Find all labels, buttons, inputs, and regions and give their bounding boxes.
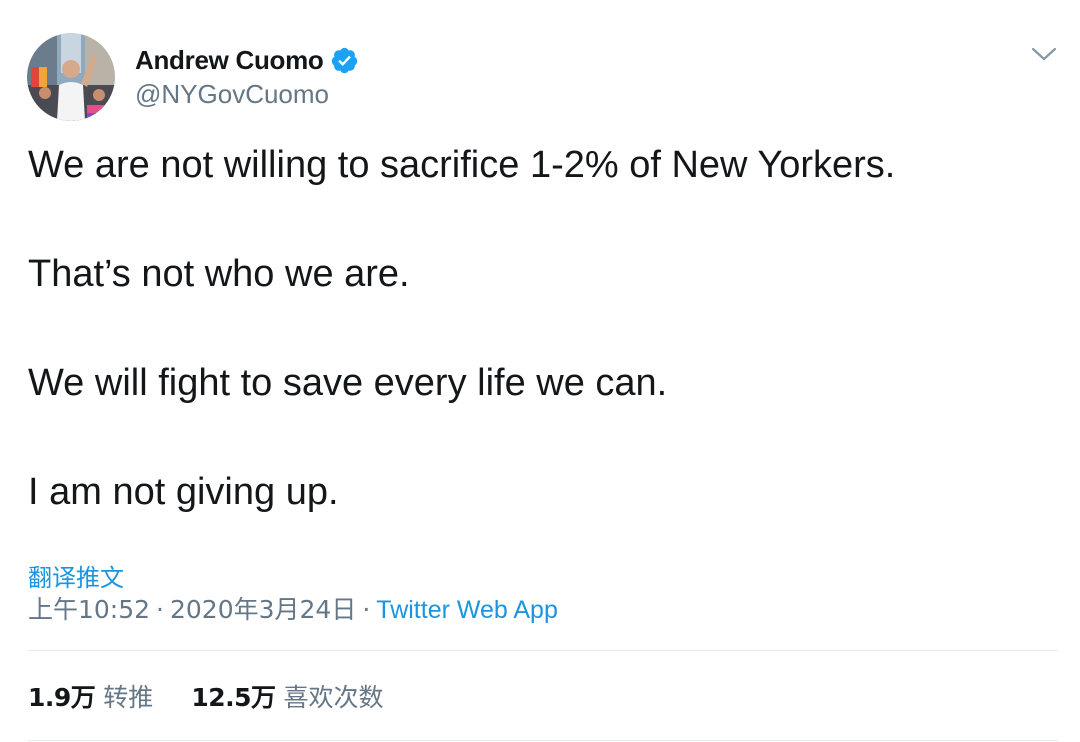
tweet-paragraph: We will fight to save every life we can.: [28, 362, 668, 404]
meta-separator: ·: [362, 595, 371, 624]
retweets-label: 转推: [103, 683, 154, 712]
retweets-count: 1.9万: [28, 683, 96, 712]
likes-stat[interactable]: 12.5万 喜欢次数: [191, 678, 383, 714]
likes-label: 喜欢次数: [283, 683, 384, 712]
likes-count: 12.5万: [191, 683, 276, 712]
retweets-stat[interactable]: 1.9万 转推: [28, 678, 153, 714]
translate-tweet-link[interactable]: 翻译推文: [28, 558, 124, 593]
tweet-time[interactable]: 上午10:52: [28, 595, 150, 624]
tweet-paragraph: We are not willing to sacrifice 1-2% of …: [28, 144, 896, 186]
author-display-name[interactable]: Andrew Cuomo: [135, 45, 324, 76]
tweet-paragraph: I am not giving up.: [28, 471, 339, 513]
tweet-date[interactable]: 2020年3月24日: [170, 595, 356, 624]
verified-badge-icon: [330, 46, 359, 75]
author-handle[interactable]: @NYGovCuomo: [135, 79, 329, 110]
tweet-text: We are not willing to sacrifice 1-2% of …: [28, 143, 1048, 579]
avatar[interactable]: [27, 33, 115, 121]
tweet-card: Andrew Cuomo @NYGovCuomo We are not will…: [0, 0, 1080, 742]
tweet-stats: 1.9万 转推 12.5万 喜欢次数: [28, 678, 422, 714]
meta-separator: ·: [156, 595, 164, 624]
divider: [28, 650, 1058, 651]
author-name-row: Andrew Cuomo: [135, 42, 359, 78]
tweet-paragraph: That’s not who we are.: [28, 253, 410, 295]
tweet-metadata: 上午10:52 · 2020年3月24日 · Twitter Web App: [28, 590, 558, 626]
chevron-down-icon[interactable]: [1030, 44, 1058, 64]
divider: [28, 740, 1058, 741]
tweet-source-link[interactable]: Twitter Web App: [376, 596, 558, 624]
